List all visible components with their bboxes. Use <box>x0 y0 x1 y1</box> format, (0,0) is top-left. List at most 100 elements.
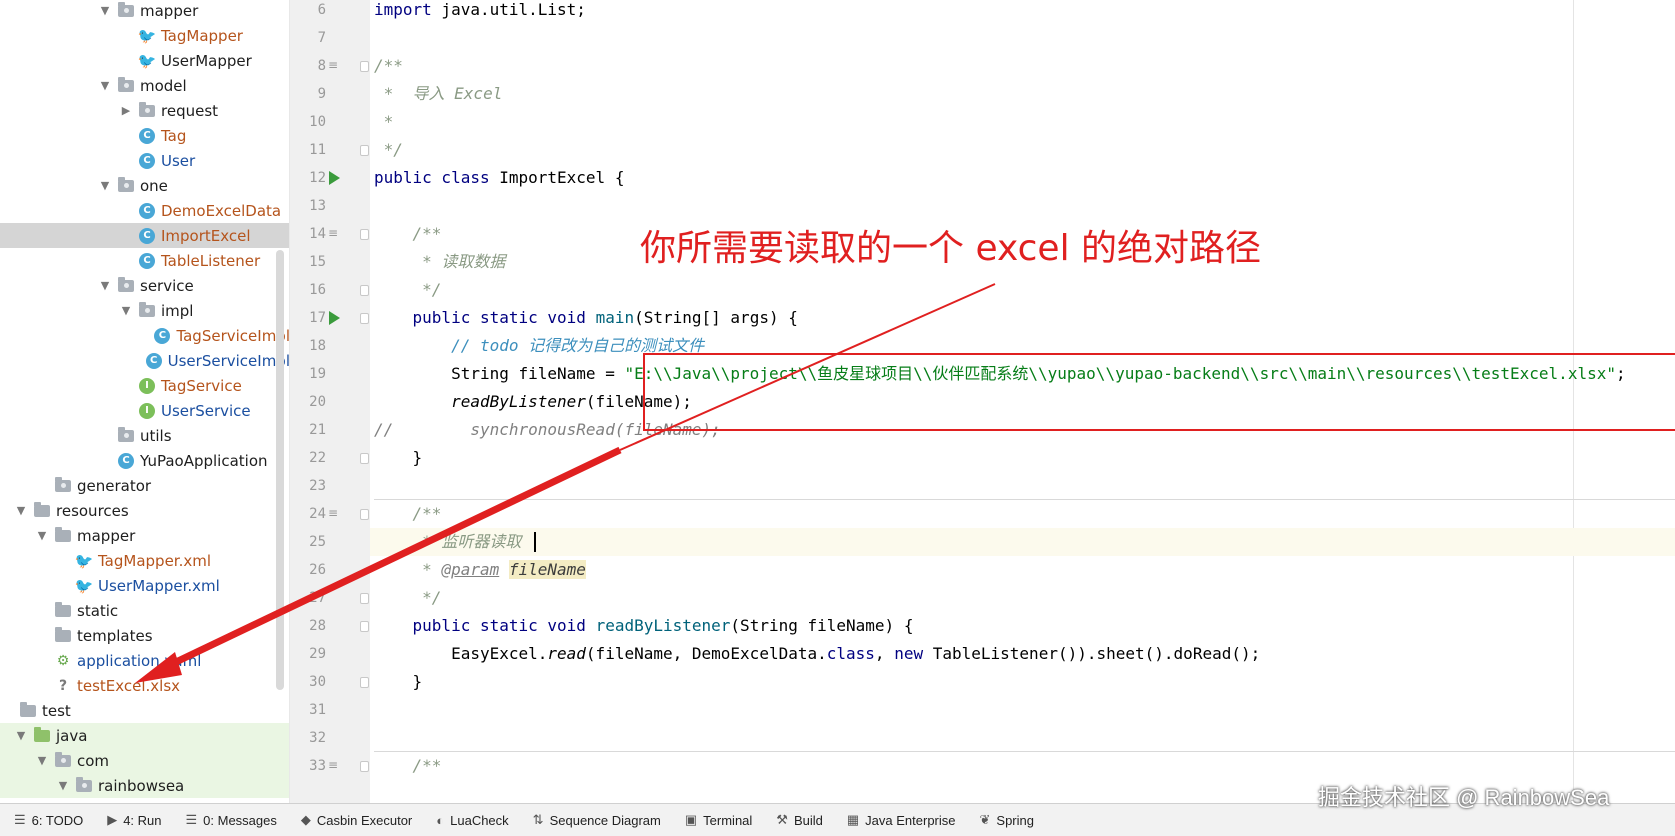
tree-item[interactable]: ▼ mapper <box>0 523 289 548</box>
code-line[interactable]: String fileName = "E:\\Java\\project\\鱼皮… <box>374 360 1626 388</box>
doc-render-icon[interactable]: ≡ <box>328 58 338 72</box>
code-line[interactable]: readByListener(fileName); <box>374 388 692 416</box>
toolbar-item[interactable]: ▶ 4: Run <box>107 812 161 828</box>
toolbar-item[interactable]: ◐ LuaCheck <box>436 813 508 828</box>
toolbar-item[interactable]: ❦ Spring <box>980 812 1034 828</box>
code-line[interactable]: */ <box>374 136 403 164</box>
code-line[interactable]: /** <box>374 52 403 80</box>
doc-render-icon[interactable]: ≡ <box>328 226 338 240</box>
code-line[interactable]: // synchronousRead(fileName); <box>374 416 721 444</box>
fold-marker-icon[interactable] <box>360 229 369 240</box>
fold-marker-icon[interactable] <box>360 621 369 632</box>
tree-item[interactable]: C User <box>0 148 289 173</box>
fold-marker-icon[interactable] <box>360 509 369 520</box>
fold-marker-icon[interactable] <box>360 145 369 156</box>
collapse-arrow-icon[interactable]: ▼ <box>14 504 28 517</box>
line-number: 22 <box>309 450 326 466</box>
code-line[interactable]: * @param fileName <box>374 556 586 584</box>
tree-item[interactable]: ▼ mapper <box>0 0 289 23</box>
doc-render-icon[interactable]: ≡ <box>328 758 338 772</box>
tree-item[interactable]: C UserServiceImpl <box>0 348 289 373</box>
fold-marker-icon[interactable] <box>360 313 369 324</box>
tree-item[interactable]: C TagServiceImpl <box>0 323 289 348</box>
collapse-arrow-icon[interactable]: ▼ <box>35 529 49 542</box>
tree-scrollbar[interactable] <box>276 250 284 690</box>
code-line[interactable]: /** <box>374 220 442 248</box>
tree-item[interactable]: ⚙ application.yaml <box>0 648 289 673</box>
tree-item[interactable]: I TagService <box>0 373 289 398</box>
tree-item-label: TagMapper.xml <box>98 551 212 570</box>
collapse-arrow-icon[interactable]: ▼ <box>98 279 112 292</box>
tree-item[interactable]: 🐦 UserMapper <box>0 48 289 73</box>
project-tree[interactable]: ▼ mapper 🐦 TagMapper 🐦 UserMapper ▼ model ▶ reque… <box>0 0 290 803</box>
tree-item[interactable]: ▼ service <box>0 273 289 298</box>
tree-item[interactable]: ? testExcel.xlsx <box>0 673 289 698</box>
tree-item[interactable]: ▶ request <box>0 98 289 123</box>
tree-item[interactable]: generator <box>0 473 289 498</box>
fold-marker-icon[interactable] <box>360 593 369 604</box>
code-line[interactable]: * <box>374 108 394 136</box>
fold-marker-icon[interactable] <box>360 761 369 772</box>
tree-item[interactable]: test <box>0 698 289 723</box>
toolbar-item[interactable]: ▦ Java Enterprise <box>847 812 956 828</box>
tree-item[interactable]: ▼ impl <box>0 298 289 323</box>
collapse-arrow-icon[interactable]: ▼ <box>98 79 112 92</box>
code-line[interactable]: public static void main(String[] args) { <box>374 304 798 332</box>
tree-item[interactable]: 🐦 TagMapper <box>0 23 289 48</box>
tree-item[interactable]: C ImportExcel <box>0 223 289 248</box>
collapse-arrow-icon[interactable]: ▼ <box>56 779 70 792</box>
code-line[interactable]: */ <box>374 276 441 304</box>
expand-arrow-icon[interactable]: ▶ <box>119 104 133 117</box>
collapse-arrow-icon[interactable]: ▼ <box>14 729 28 742</box>
doc-render-icon[interactable]: ≡ <box>328 506 338 520</box>
tree-item[interactable]: 🐦 TagMapper.xml <box>0 548 289 573</box>
tree-item[interactable]: I UserService <box>0 398 289 423</box>
code-line[interactable]: */ <box>374 584 441 612</box>
code-line[interactable]: import java.util.List; <box>374 0 586 24</box>
tree-item[interactable]: static <box>0 598 289 623</box>
tree-item[interactable]: ▼ rainbowsea <box>0 773 289 798</box>
fold-marker-icon[interactable] <box>360 285 369 296</box>
toolbar-item[interactable]: ▣ Terminal <box>685 812 752 828</box>
toolbar-item[interactable]: ◆ Casbin Executor <box>301 812 412 828</box>
code-line[interactable]: EasyExcel.read(fileName, DemoExcelData.c… <box>374 640 1260 668</box>
tree-item[interactable]: ▼ model <box>0 73 289 98</box>
fold-marker-icon[interactable] <box>360 453 369 464</box>
line-number: 12 <box>309 170 326 186</box>
tree-item[interactable]: C TableListener <box>0 248 289 273</box>
run-gutter-icon[interactable] <box>329 311 340 325</box>
toolbar-item[interactable]: ☰ 6: TODO <box>14 812 83 828</box>
package-icon <box>118 426 134 442</box>
tree-item[interactable]: templates <box>0 623 289 648</box>
toolbar-item[interactable]: ⚒ Build <box>776 812 823 828</box>
tree-item[interactable]: C YuPaoApplication <box>0 448 289 473</box>
tree-item[interactable]: ▼ com <box>0 748 289 773</box>
code-editor[interactable]: 6 7 8 ≡ 9 10 11 12 13 14 ≡ 15 16 17 18 19 20 21 22 23 24 ≡ 25 2… <box>290 0 1675 803</box>
code-line[interactable]: public class ImportExcel { <box>374 164 624 192</box>
run-gutter-icon[interactable] <box>329 171 340 185</box>
fold-marker-icon[interactable] <box>360 61 369 72</box>
toolbar-item[interactable]: ⇅ Sequence Diagram <box>533 812 661 828</box>
tree-item[interactable]: C Tag <box>0 123 289 148</box>
code-line[interactable]: * 读取数据 <box>374 248 505 276</box>
tree-item[interactable]: ▼ resources <box>0 498 289 523</box>
tree-item[interactable]: C DemoExcelData <box>0 198 289 223</box>
tree-item[interactable]: ▼ one <box>0 173 289 198</box>
code-line[interactable]: // todo 记得改为自己的测试文件 <box>374 332 704 360</box>
code-line[interactable]: public static void readByListener(String… <box>374 612 914 640</box>
tree-item[interactable]: ▼ java <box>0 723 289 748</box>
code-line[interactable]: * 监听器读取 <box>374 528 521 556</box>
code-line[interactable]: * 导入 Excel <box>374 80 503 108</box>
code-line[interactable]: /** <box>374 500 442 528</box>
collapse-arrow-icon[interactable]: ▼ <box>98 179 112 192</box>
collapse-arrow-icon[interactable]: ▼ <box>119 304 133 317</box>
code-line[interactable]: /** <box>374 752 442 780</box>
code-line[interactable]: } <box>374 668 423 696</box>
collapse-arrow-icon[interactable]: ▼ <box>35 754 49 767</box>
tree-item[interactable]: utils <box>0 423 289 448</box>
code-line[interactable]: } <box>374 444 423 472</box>
fold-marker-icon[interactable] <box>360 677 369 688</box>
tree-item[interactable]: 🐦 UserMapper.xml <box>0 573 289 598</box>
toolbar-item[interactable]: ☰ 0: Messages <box>186 812 277 828</box>
collapse-arrow-icon[interactable]: ▼ <box>98 4 112 17</box>
